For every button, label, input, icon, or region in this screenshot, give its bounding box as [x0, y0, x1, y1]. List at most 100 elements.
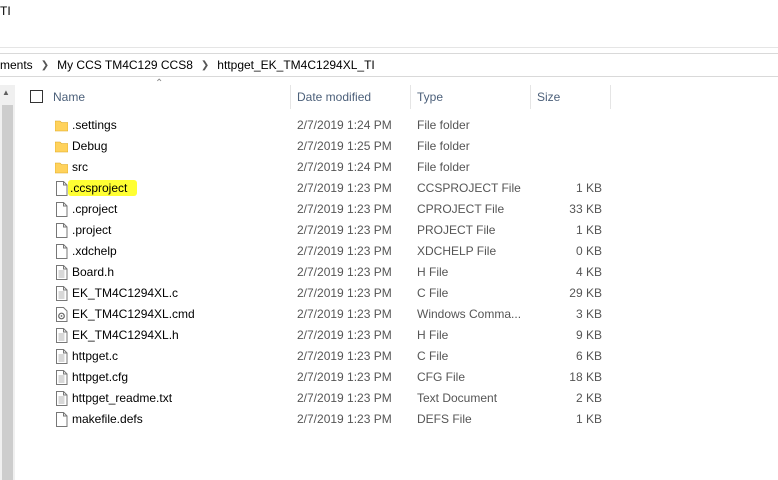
- file-row[interactable]: .xdchelp 2/7/2019 1:23 PM XDCHELP File 0 KB: [0, 241, 778, 262]
- column-header-date[interactable]: Date modified: [297, 85, 371, 109]
- file-name-text: Board.h: [72, 265, 115, 279]
- window-title: TI: [0, 4, 11, 18]
- file-type: XDCHELP File: [417, 244, 497, 258]
- column-divider[interactable]: [610, 85, 611, 109]
- file-date-modified: 2/7/2019 1:25 PM: [297, 139, 392, 153]
- file-name[interactable]: .settings: [72, 115, 117, 136]
- file-size: 0 KB: [575, 244, 602, 258]
- breadcrumb-item[interactable]: httpget_EK_TM4C1294XL_TI: [211, 58, 380, 72]
- file-name[interactable]: Board.h: [72, 262, 114, 283]
- file-name[interactable]: .project: [72, 220, 111, 241]
- breadcrumb-item[interactable]: My CCS TM4C129 CCS8: [51, 58, 199, 72]
- file-name[interactable]: httpget_readme.txt: [72, 388, 172, 409]
- folder-icon: [54, 118, 69, 133]
- file-row[interactable]: httpget.c 2/7/2019 1:23 PM C File 6 KB: [0, 346, 778, 367]
- scroll-up-arrow-icon[interactable]: ▲: [2, 88, 10, 97]
- file-row[interactable]: .settings 2/7/2019 1:24 PM File folder: [0, 115, 778, 136]
- file-row[interactable]: Board.h 2/7/2019 1:23 PM H File 4 KB: [0, 262, 778, 283]
- file-size: 3 KB: [575, 307, 602, 321]
- file-name[interactable]: makefile.defs: [72, 409, 143, 430]
- file-name-text: .cproject: [72, 202, 118, 216]
- file-name[interactable]: .ccsproject: [68, 178, 138, 199]
- sort-ascending-icon: ⌃: [155, 78, 164, 89]
- file-icon: [55, 223, 68, 238]
- file-type: CCSPROJECT File: [417, 181, 521, 195]
- column-header-type[interactable]: Type: [417, 85, 443, 109]
- file-type: DEFS File: [417, 412, 472, 426]
- chevron-right-icon[interactable]: ❯: [199, 60, 211, 71]
- chevron-right-icon[interactable]: ❯: [39, 60, 51, 71]
- file-size: 2 KB: [575, 391, 602, 405]
- column-header-name[interactable]: Name: [53, 85, 85, 109]
- file-row[interactable]: EK_TM4C1294XL.h 2/7/2019 1:23 PM H File 9 K…: [0, 325, 778, 346]
- file-name-text: .settings: [72, 118, 117, 132]
- file-name-text: EK_TM4C1294XL.h: [72, 328, 179, 342]
- file-name[interactable]: .cproject: [72, 199, 117, 220]
- file-type: PROJECT File: [417, 223, 496, 237]
- file-name-text: .ccsproject: [68, 180, 138, 196]
- address-bar[interactable]: ments ❯ My CCS TM4C129 CCS8 ❯ httpget_EK…: [0, 53, 778, 77]
- file-name-text: makefile.defs: [72, 412, 143, 426]
- file-name-text: EK_TM4C1294XL.cmd: [72, 307, 195, 321]
- file-row[interactable]: .project 2/7/2019 1:23 PM PROJECT File 1 KB: [0, 220, 778, 241]
- text-file-icon: [55, 391, 68, 406]
- breadcrumb-item[interactable]: ments: [0, 58, 39, 72]
- file-name-text: httpget_readme.txt: [72, 391, 173, 405]
- file-size: 1 KB: [575, 412, 602, 426]
- column-divider[interactable]: [410, 85, 411, 109]
- file-date-modified: 2/7/2019 1:23 PM: [297, 349, 392, 363]
- file-name-text: httpget.cfg: [72, 370, 129, 384]
- text-file-icon: [55, 265, 68, 280]
- file-size: 18 KB: [569, 370, 602, 384]
- file-name[interactable]: Debug: [72, 136, 107, 157]
- file-name[interactable]: EK_TM4C1294XL.cmd: [72, 304, 195, 325]
- file-name[interactable]: .xdchelp: [72, 241, 117, 262]
- file-type: File folder: [417, 118, 470, 132]
- file-row[interactable]: Debug 2/7/2019 1:25 PM File folder: [0, 136, 778, 157]
- text-file-icon: [55, 370, 68, 385]
- file-name-text: httpget.c: [72, 349, 119, 363]
- file-icon: [55, 412, 68, 427]
- file-name-text: src: [72, 160, 88, 174]
- file-row[interactable]: makefile.defs 2/7/2019 1:23 PM DEFS File 1 …: [0, 409, 778, 430]
- file-size: 1 KB: [575, 181, 602, 195]
- file-name[interactable]: httpget.cfg: [72, 367, 128, 388]
- file-type: File folder: [417, 160, 470, 174]
- file-date-modified: 2/7/2019 1:23 PM: [297, 181, 392, 195]
- file-row[interactable]: .cproject 2/7/2019 1:23 PM CPROJECT File 33…: [0, 199, 778, 220]
- folder-icon: [54, 160, 69, 175]
- file-date-modified: 2/7/2019 1:23 PM: [297, 307, 392, 321]
- file-date-modified: 2/7/2019 1:23 PM: [297, 286, 392, 300]
- file-size: 6 KB: [575, 349, 602, 363]
- file-row[interactable]: httpget.cfg 2/7/2019 1:23 PM CFG File 18 KB: [0, 367, 778, 388]
- file-date-modified: 2/7/2019 1:23 PM: [297, 391, 392, 405]
- file-name[interactable]: EK_TM4C1294XL.h: [72, 325, 179, 346]
- text-file-icon: [55, 349, 68, 364]
- select-all-checkbox[interactable]: [30, 90, 43, 103]
- text-file-icon: [55, 328, 68, 343]
- file-name[interactable]: httpget.c: [72, 346, 118, 367]
- column-header-row: ⌃ Name Date modified Type Size: [15, 78, 778, 109]
- file-row[interactable]: src 2/7/2019 1:24 PM File folder: [0, 157, 778, 178]
- file-type: C File: [417, 349, 449, 363]
- file-type: Windows Comma...: [417, 307, 522, 321]
- file-type: File folder: [417, 139, 470, 153]
- file-size: 4 KB: [575, 265, 602, 279]
- file-name-text: .project: [72, 223, 112, 237]
- file-date-modified: 2/7/2019 1:23 PM: [297, 328, 392, 342]
- file-icon: [55, 244, 68, 259]
- file-row[interactable]: EK_TM4C1294XL.c 2/7/2019 1:23 PM C File 29 …: [0, 283, 778, 304]
- file-date-modified: 2/7/2019 1:23 PM: [297, 244, 392, 258]
- file-row[interactable]: EK_TM4C1294XL.cmd 2/7/2019 1:23 PM Windows…: [0, 304, 778, 325]
- column-divider[interactable]: [530, 85, 531, 109]
- file-date-modified: 2/7/2019 1:23 PM: [297, 223, 392, 237]
- file-row[interactable]: .ccsproject 2/7/2019 1:23 PM CCSPROJECT Fi…: [0, 178, 778, 199]
- column-header-size[interactable]: Size: [537, 85, 560, 109]
- file-name[interactable]: EK_TM4C1294XL.c: [72, 283, 178, 304]
- folder-icon: [54, 139, 69, 154]
- file-name[interactable]: src: [72, 157, 88, 178]
- column-divider[interactable]: [290, 85, 291, 109]
- file-list: .settings 2/7/2019 1:24 PM File folder Debu…: [0, 115, 778, 430]
- file-name-text: .xdchelp: [72, 244, 117, 258]
- file-row[interactable]: httpget_readme.txt 2/7/2019 1:23 PM Text D…: [0, 388, 778, 409]
